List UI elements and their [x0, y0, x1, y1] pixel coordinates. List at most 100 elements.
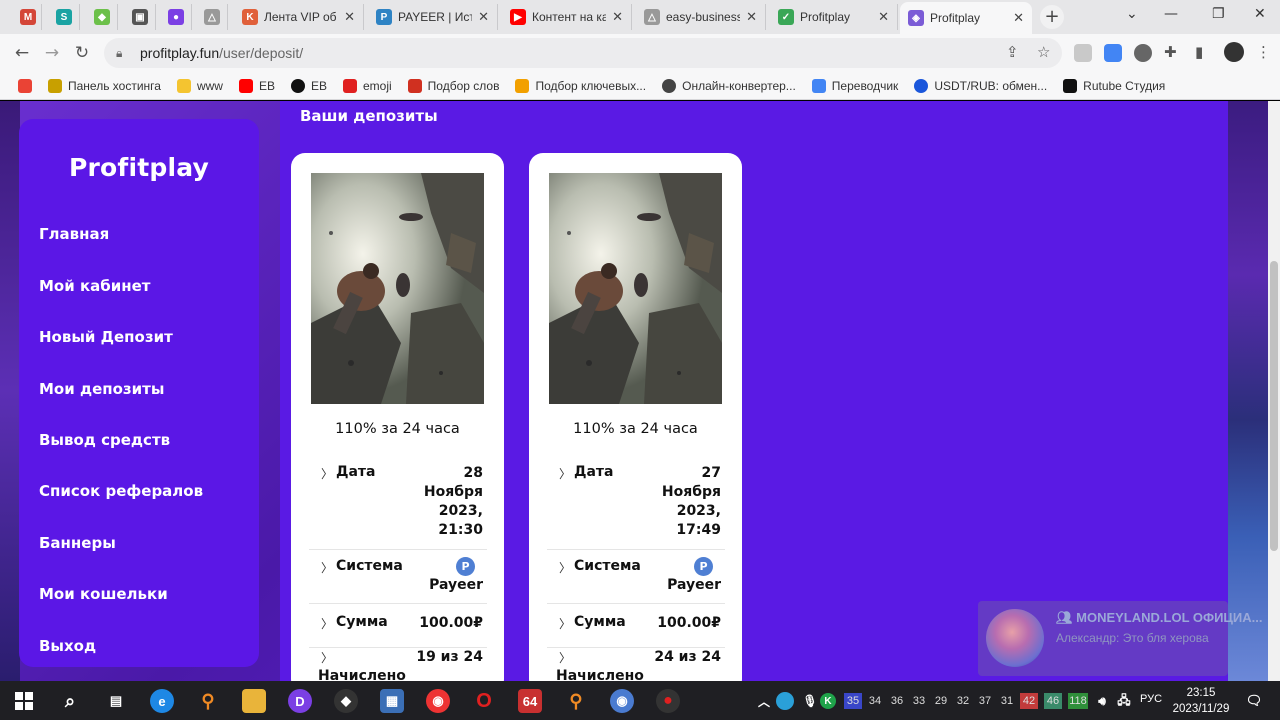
- bookmark-item[interactable]: emoji: [342, 78, 392, 93]
- tray-counter[interactable]: 32: [954, 693, 972, 709]
- system-value: P Payeer: [429, 557, 483, 595]
- address-bar[interactable]: 🔒︎ profitplay.fun/user/deposit/: [104, 38, 1062, 68]
- tab-search-icon[interactable]: ⌄: [1126, 6, 1138, 22]
- tray-counter[interactable]: 35: [844, 693, 862, 709]
- browser-tab[interactable]: ◆: [86, 4, 118, 30]
- browser-tab[interactable]: ✓ Profitplay ✕: [770, 4, 898, 30]
- chevron-up-icon[interactable]: ︿: [752, 689, 776, 713]
- tray-counter[interactable]: 33: [910, 693, 928, 709]
- browser-tab[interactable]: M: [12, 4, 42, 30]
- browser-tab[interactable]: S: [48, 4, 80, 30]
- star-icon[interactable]: ☆: [1037, 43, 1050, 61]
- bookmark-item[interactable]: Онлайн-конвертер...: [662, 78, 796, 93]
- extension-icon[interactable]: [1134, 44, 1152, 62]
- tray-counter[interactable]: 36: [888, 693, 906, 709]
- scrollbar-thumb[interactable]: [1270, 261, 1278, 551]
- maximize-button[interactable]: ❐: [1212, 6, 1225, 22]
- bookmark-item[interactable]: www: [176, 78, 223, 93]
- magnifier-app-icon[interactable]: ⚲: [196, 689, 220, 713]
- forward-arrow-icon[interactable]: →: [40, 41, 64, 65]
- sidebar-item-withdraw[interactable]: Вывод средств: [39, 431, 170, 449]
- bookmark-item[interactable]: Rutube Студия: [1063, 78, 1165, 93]
- bookmark-item[interactable]: EB: [290, 78, 327, 93]
- back-arrow-icon[interactable]: ←: [10, 41, 34, 65]
- page-scrollbar[interactable]: [1268, 101, 1280, 681]
- bookmark-item[interactable]: Переводчик: [811, 78, 898, 93]
- bookmark-item[interactable]: Подбор слов: [407, 78, 499, 93]
- record-icon[interactable]: ●: [656, 689, 680, 713]
- reload-icon[interactable]: ↻: [70, 41, 94, 65]
- close-window-button[interactable]: ✕: [1254, 6, 1266, 22]
- close-icon[interactable]: ✕: [1013, 10, 1024, 26]
- avatar[interactable]: [1224, 42, 1244, 62]
- sidebar-item-logout[interactable]: Выход: [39, 637, 96, 655]
- magnifier-app-icon[interactable]: ⚲: [564, 689, 588, 713]
- date-value: 28 Ноября 2023, 21:30: [423, 465, 483, 538]
- notifications-icon[interactable]: 🗨︎: [1242, 689, 1266, 713]
- task-view-icon[interactable]: ▤: [104, 689, 128, 713]
- bookmark-item[interactable]: Панель хостинга: [48, 78, 161, 93]
- sidebar-item-referrals[interactable]: Список рефералов: [39, 482, 203, 500]
- browser-tab[interactable]: K Лента VIP об ✕: [234, 4, 364, 30]
- app-badge-icon[interactable]: 64: [518, 689, 542, 713]
- search-icon[interactable]: ⌕: [58, 689, 82, 713]
- sidebar-item-my-deposits[interactable]: Мои депозиты: [39, 380, 164, 398]
- chrome-icon[interactable]: ◉: [426, 689, 450, 713]
- tray-counter[interactable]: 42: [1020, 693, 1038, 709]
- lock-icon[interactable]: 🔒︎: [116, 46, 130, 61]
- tray-counter[interactable]: 37: [976, 693, 994, 709]
- chrome-icon[interactable]: ◉: [610, 689, 634, 713]
- browser-tab[interactable]: ▣: [124, 4, 156, 30]
- tray-counter[interactable]: 118: [1068, 693, 1088, 709]
- bookmark-item[interactable]: EB: [238, 78, 275, 93]
- bookmark-item[interactable]: Подбор ключевых...: [515, 78, 646, 93]
- system-clock[interactable]: 23:15 2023/11/29: [1166, 685, 1236, 717]
- close-icon[interactable]: ✕: [344, 9, 355, 25]
- share-icon[interactable]: ⇪: [1006, 43, 1019, 61]
- apps-icon[interactable]: [18, 78, 32, 93]
- tray-counter[interactable]: 31: [998, 693, 1016, 709]
- browser-tab-active[interactable]: ◈ Profitplay ✕: [900, 2, 1032, 34]
- tray-counter[interactable]: 34: [866, 693, 884, 709]
- minimize-button[interactable]: —: [1164, 6, 1178, 22]
- accrued-label: Начислено: [556, 668, 644, 681]
- browser-tab[interactable]: ●: [160, 4, 192, 30]
- volume-icon[interactable]: 🔊︎: [1090, 689, 1114, 713]
- tray-counter[interactable]: 29: [932, 693, 950, 709]
- bookmark-item[interactable]: USDT/RUB: обмен...: [914, 78, 1047, 93]
- network-icon[interactable]: 🖧︎: [1112, 689, 1136, 713]
- browser-tab[interactable]: △ easy-business ✕: [636, 4, 766, 30]
- sidebar-item-new-deposit[interactable]: Новый Депозит: [39, 328, 173, 346]
- close-icon[interactable]: ✕: [612, 9, 623, 25]
- app-icon[interactable]: ▦: [380, 689, 404, 713]
- close-icon[interactable]: ✕: [878, 9, 889, 25]
- opera-icon[interactable]: O: [472, 689, 496, 713]
- app-icon[interactable]: ◆: [334, 689, 358, 713]
- windows-start-icon[interactable]: [12, 689, 36, 713]
- kebab-menu-icon[interactable]: ⋮: [1256, 43, 1271, 61]
- sidebar-item-wallets[interactable]: Мои кошельки: [39, 585, 168, 603]
- tray-app-icon[interactable]: K: [820, 693, 836, 709]
- sidebar-item-banners[interactable]: Баннеры: [39, 534, 116, 552]
- browser-tab[interactable]: ▶ Контент на ка ✕: [502, 4, 632, 30]
- browser-tab[interactable]: P PAYEER | Исто ✕: [368, 4, 498, 30]
- tray-app-icon[interactable]: [776, 692, 794, 710]
- stream-notification[interactable]: 👥︎ MONEYLAND.LOL ОФИЦИА... Александр: Эт…: [978, 601, 1263, 676]
- language-indicator[interactable]: РУС: [1140, 693, 1162, 705]
- extension-shield-icon[interactable]: [1074, 44, 1092, 62]
- browser-tab[interactable]: △: [196, 4, 228, 30]
- close-icon[interactable]: ✕: [478, 9, 489, 25]
- new-tab-button[interactable]: +: [1040, 5, 1064, 29]
- file-explorer-icon[interactable]: [242, 689, 266, 713]
- translate-icon[interactable]: [1104, 44, 1122, 62]
- microphone-icon[interactable]: 🎙︎: [798, 689, 822, 713]
- tray-counter[interactable]: 46: [1044, 693, 1062, 709]
- close-icon[interactable]: ✕: [746, 9, 757, 25]
- d-app-icon[interactable]: D: [288, 689, 312, 713]
- edge-icon[interactable]: e: [150, 689, 174, 713]
- puzzle-icon[interactable]: ✚: [1164, 43, 1177, 61]
- sidepanel-icon[interactable]: ▮: [1195, 43, 1203, 61]
- sidebar-item-home[interactable]: Главная: [39, 225, 109, 243]
- sidebar-item-cabinet[interactable]: Мой кабинет: [39, 277, 150, 295]
- brand-logo[interactable]: Profitplay: [19, 153, 259, 182]
